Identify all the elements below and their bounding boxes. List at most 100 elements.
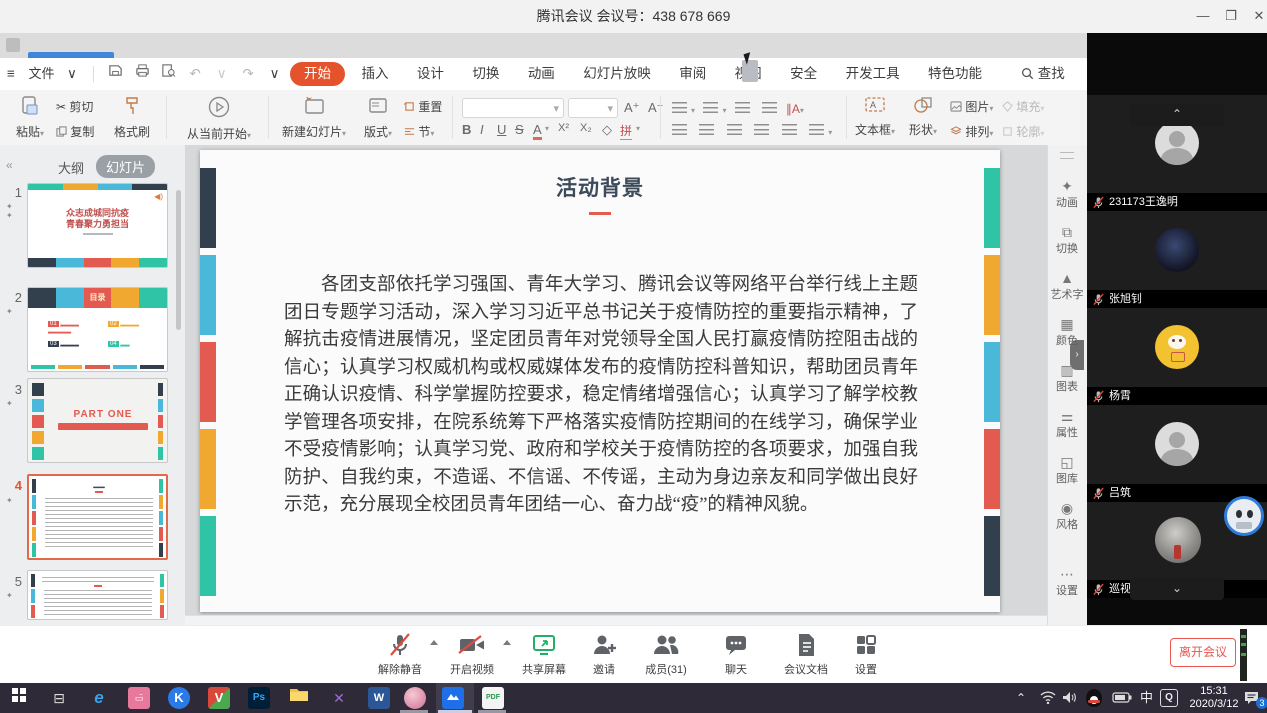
- tab-review[interactable]: 审阅: [667, 58, 718, 90]
- start-video-button[interactable]: 开启视频: [440, 632, 504, 677]
- side-tool-animation[interactable]: ✦动画: [1047, 178, 1087, 210]
- ime-tool-icon[interactable]: Q: [1160, 689, 1178, 713]
- mic-options-caret[interactable]: [430, 640, 438, 645]
- task-view-icon[interactable]: ⊟: [48, 687, 70, 709]
- start-button[interactable]: [8, 687, 30, 709]
- format-painter-button[interactable]: 格式刷: [108, 95, 156, 140]
- foxit-pdf-icon[interactable]: PDF: [482, 687, 504, 709]
- tab-animation[interactable]: 动画: [516, 58, 567, 90]
- new-slide-button[interactable]: 新建幻灯片▾: [278, 95, 350, 140]
- visual-studio-icon[interactable]: ✕: [328, 687, 350, 709]
- tab-security[interactable]: 安全: [778, 58, 829, 90]
- side-tool-settings[interactable]: ⋯设置: [1047, 566, 1087, 598]
- wifi-icon[interactable]: [1040, 691, 1056, 713]
- print-preview-icon[interactable]: [158, 58, 180, 90]
- file-menu[interactable]: 文件: [26, 58, 56, 90]
- taskbar-clock[interactable]: 15:31 2020/3/12: [1186, 685, 1242, 711]
- pinyin-guide-button[interactable]: 拼: [620, 122, 632, 140]
- align-right-icon[interactable]: [727, 124, 742, 135]
- slide-thumbnail-3[interactable]: PART ONE: [27, 378, 168, 463]
- word-icon[interactable]: W: [368, 687, 390, 709]
- textbox-button[interactable]: A 文本框▾: [852, 95, 898, 138]
- meeting-settings-button[interactable]: 设置: [834, 632, 898, 677]
- find-action[interactable]: 查找: [1021, 58, 1065, 90]
- current-slide[interactable]: 活动背景 各团支部依托学习强国、青年大学习、腾讯会议等网络平台举行线上主题团日专…: [200, 150, 1000, 612]
- cut-button[interactable]: ✂ 剪切: [56, 98, 94, 115]
- picture-button[interactable]: 图片▾: [950, 98, 993, 115]
- members-button[interactable]: 成员(31): [634, 632, 698, 677]
- grow-font-button[interactable]: A⁺: [624, 100, 640, 116]
- minimize-icon[interactable]: —: [1192, 6, 1214, 26]
- copy-button[interactable]: 复制: [56, 123, 94, 140]
- tab-slideshow[interactable]: 幻灯片放映: [571, 58, 663, 90]
- text-direction-icon[interactable]: ∥A: [786, 102, 800, 116]
- file-explorer-icon[interactable]: [288, 687, 310, 709]
- k-app-icon[interactable]: K: [168, 687, 190, 709]
- arrange-button[interactable]: 排列▾: [950, 123, 993, 140]
- line-spacing-icon[interactable]: [809, 124, 824, 135]
- tencent-meeting-icon[interactable]: [442, 687, 464, 709]
- paste-button[interactable]: 粘贴▾: [10, 95, 50, 140]
- tab-design[interactable]: 设计: [405, 58, 456, 90]
- shrink-font-button[interactable]: A⁻: [648, 100, 664, 116]
- collapse-panel-icon[interactable]: «: [6, 158, 13, 172]
- speaker-icon[interactable]: [1062, 691, 1077, 713]
- panel-tab-outline[interactable]: 大纲: [58, 158, 84, 177]
- side-tool-properties[interactable]: ⚌属性: [1047, 408, 1087, 440]
- tray-chevron-icon[interactable]: ⌃: [1016, 683, 1026, 713]
- hamburger-icon[interactable]: ≡: [0, 58, 22, 90]
- photoshop-icon[interactable]: Ps: [248, 687, 270, 709]
- side-tool-colors[interactable]: ▦颜色: [1047, 316, 1087, 348]
- tab-devtools[interactable]: 开发工具: [834, 58, 912, 90]
- bold-button[interactable]: B: [462, 122, 471, 137]
- increase-indent-icon[interactable]: [762, 102, 777, 113]
- print-icon[interactable]: [131, 58, 153, 90]
- panel-scrollbar[interactable]: [176, 190, 181, 330]
- slide-thumbnail-5[interactable]: [27, 570, 168, 620]
- underline-button[interactable]: U: [497, 122, 506, 137]
- meeting-docs-button[interactable]: 会议文档: [774, 632, 838, 677]
- shapes-button[interactable]: 形状▾: [902, 95, 944, 138]
- bilibili-icon[interactable]: ▭̈: [128, 687, 150, 709]
- italic-button[interactable]: I: [480, 122, 484, 137]
- align-left-icon[interactable]: [672, 124, 687, 135]
- font-size-combo[interactable]: ▾: [568, 98, 618, 118]
- restore-icon[interactable]: ❐: [1220, 6, 1242, 26]
- quickbar-more-icon[interactable]: ∨: [264, 58, 286, 90]
- slide-thumbnail-1[interactable]: ◀) 众志成城同抗疫 青春聚力勇担当: [27, 183, 168, 268]
- file-menu-caret-icon[interactable]: ∨: [61, 58, 83, 90]
- close-icon[interactable]: ✕: [1248, 6, 1267, 26]
- unmute-button[interactable]: 解除静音: [368, 632, 432, 677]
- align-center-icon[interactable]: [699, 124, 714, 135]
- assistant-robot-icon[interactable]: [1224, 496, 1264, 536]
- side-tool-chart[interactable]: ▥图表: [1047, 362, 1087, 394]
- wps-icon[interactable]: V: [208, 687, 230, 709]
- redo-icon[interactable]: ↷: [237, 58, 259, 90]
- side-tool-style[interactable]: ◉风格: [1047, 500, 1087, 532]
- scroll-up-chevron-icon[interactable]: ⌃: [1130, 104, 1224, 126]
- save-icon[interactable]: [105, 58, 127, 90]
- side-toolbar-handle[interactable]: [1060, 152, 1074, 159]
- video-options-caret[interactable]: [503, 640, 511, 645]
- undo-caret-icon[interactable]: ∨: [211, 58, 233, 90]
- slide-thumbnail-2[interactable]: 目录 01 ▂▂▂▂▂▂▂▂▂ 02 ▂▂▂▂ 03 ▂▂▂▂ 04 ▂▂: [27, 287, 168, 372]
- participant-video-2[interactable]: [1087, 211, 1267, 291]
- reset-button[interactable]: 重置: [404, 98, 442, 115]
- distribute-icon[interactable]: [782, 124, 797, 135]
- outline-button[interactable]: 轮廓▾: [1002, 123, 1044, 140]
- edge-icon[interactable]: e: [88, 687, 110, 709]
- scroll-down-chevron-icon[interactable]: ⌄: [1130, 578, 1224, 600]
- side-tool-gallery[interactable]: ◱图库: [1047, 454, 1087, 486]
- font-name-combo[interactable]: ▾: [462, 98, 564, 118]
- participant-video-4[interactable]: [1087, 405, 1267, 485]
- tab-transition[interactable]: 切换: [460, 58, 511, 90]
- tab-insert[interactable]: 插入: [349, 58, 400, 90]
- superscript-button[interactable]: X²: [558, 122, 569, 134]
- fill-button[interactable]: 填充▾: [1002, 98, 1044, 115]
- leave-meeting-button[interactable]: 离开会议: [1170, 638, 1236, 667]
- decrease-indent-icon[interactable]: [735, 102, 750, 113]
- play-from-current-button[interactable]: 从当前开始▾: [176, 95, 262, 142]
- user-avatar-taskbar-icon[interactable]: [404, 687, 426, 709]
- undo-icon[interactable]: ↶: [184, 58, 206, 90]
- font-color-button[interactable]: A: [533, 122, 542, 140]
